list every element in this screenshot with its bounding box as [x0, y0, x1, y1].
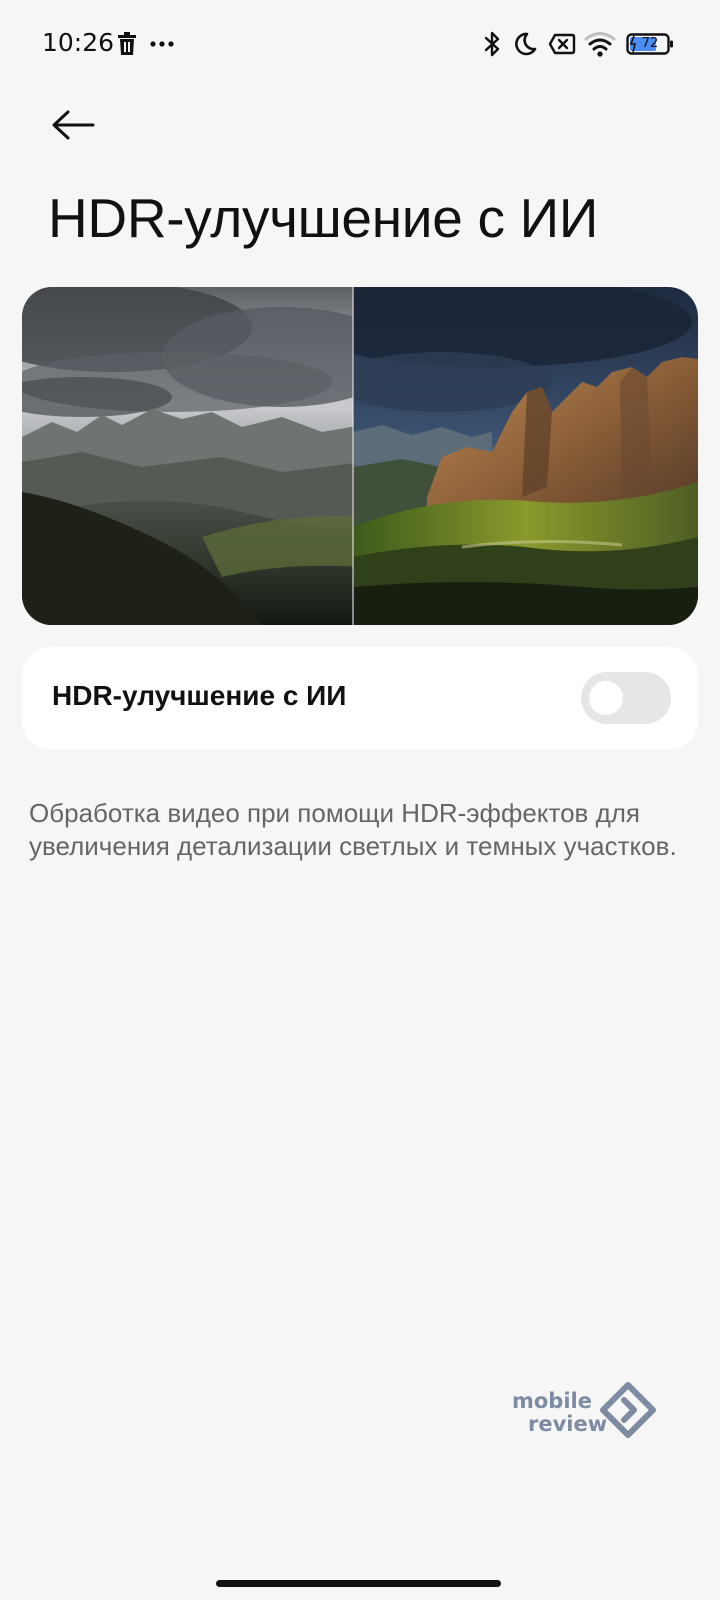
moon-icon: [515, 32, 537, 56]
back-button[interactable]: [40, 100, 106, 150]
sim-x-icon: [548, 33, 576, 55]
page-title: HDR-улучшение с ИИ: [48, 187, 599, 249]
more-dots-icon: [150, 41, 174, 47]
setting-description: Обработка видео при помощи HDR-эффектов …: [29, 798, 677, 861]
hdr-preview-image: [22, 287, 698, 625]
home-indicator[interactable]: [216, 1580, 501, 1587]
wifi-icon: [584, 32, 616, 57]
status-time: 10:26: [42, 28, 115, 57]
toggle-knob: [589, 681, 623, 715]
watermark-line1: mobile: [512, 1389, 592, 1413]
mobile-review-watermark: mobile review: [512, 1382, 662, 1442]
battery-level: 72: [641, 36, 659, 51]
status-bar: 10:26 72: [0, 0, 720, 88]
arrow-left-icon: [52, 110, 95, 140]
bluetooth-icon: [484, 31, 500, 57]
hdr-setting-label: HDR-улучшение с ИИ: [52, 680, 347, 711]
mobile-review-logo-icon: [600, 1382, 656, 1438]
trash-icon: [118, 32, 136, 55]
hdr-toggle-switch[interactable]: [581, 672, 671, 724]
hdr-setting-row[interactable]: HDR-улучшение с ИИ: [22, 647, 698, 749]
watermark-line2: review: [528, 1412, 608, 1436]
